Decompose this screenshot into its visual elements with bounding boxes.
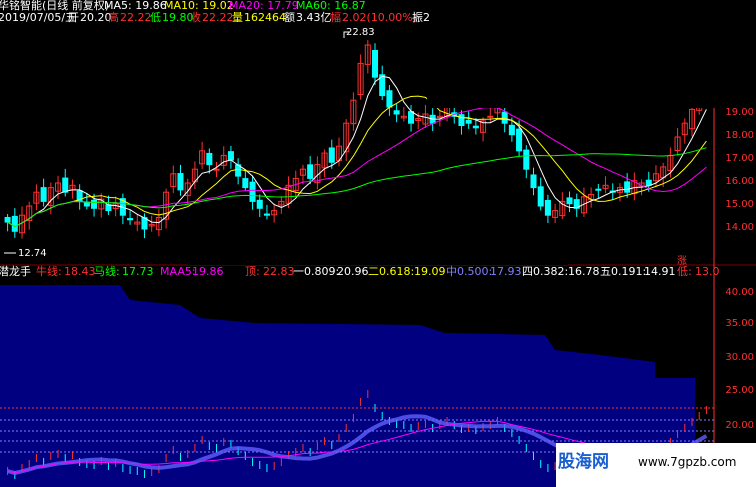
candle-body: [645, 179, 652, 186]
open-label: 开: [68, 11, 79, 24]
indicator-mid-label: 中0.500:: [446, 265, 493, 278]
date-label: 2019/07/05/五: [0, 11, 77, 24]
indicator-top-label: 顶:: [245, 265, 260, 278]
low-label: 低: [150, 11, 161, 24]
candle-body: [91, 199, 98, 209]
chart-canvas[interactable]: [0, 0, 756, 487]
indicator-fib1-value: 20.96: [337, 265, 369, 278]
sub-axis-tick-30: 30.00: [725, 352, 754, 363]
volume-value: 162464: [244, 11, 286, 24]
high-label: 高: [108, 11, 119, 24]
amplitude-label: 振2: [412, 11, 430, 24]
candle-body: [11, 215, 18, 232]
candle-body: [465, 119, 472, 124]
low-value: 19.80: [162, 11, 194, 24]
candle-body: [537, 186, 544, 207]
sub-axis-tick-25: 25.00: [725, 385, 754, 396]
main-axis-tick-14: 14.00: [725, 222, 754, 233]
indicator-name[interactable]: 潜龙手: [0, 266, 31, 278]
candle-body: [62, 177, 69, 193]
ma10-line: [7, 95, 707, 228]
ma20-line: [7, 107, 707, 228]
open-value: 20.20: [80, 11, 112, 24]
indicator-fib2-value: 19.09: [414, 265, 446, 278]
trough-price-label: 12.74: [18, 248, 47, 259]
indicator-bull-value: 18.43: [64, 265, 96, 278]
occlusion-bottom-mid: [188, 223, 568, 265]
candle-body: [624, 181, 631, 193]
candle-body: [242, 178, 249, 189]
amount-value: 3.43亿: [296, 11, 332, 24]
candle-body: [371, 49, 379, 78]
indicator-mid-value: 17.93: [490, 265, 522, 278]
indicator-fib2-label: 二0.618:: [368, 265, 415, 278]
close-value: 22.22: [202, 11, 234, 24]
candle-body: [40, 187, 47, 202]
indicator-maa5-value: 19.86: [192, 265, 224, 278]
candle-body: [408, 111, 415, 124]
candle-body: [530, 174, 537, 189]
indicator-top-value: 22.83: [263, 265, 295, 278]
watermark-logo: 股海网: [558, 452, 609, 472]
indicator-horse-value: 17.73: [122, 265, 154, 278]
candle-body: [472, 125, 479, 129]
candle-body: [508, 124, 515, 136]
main-axis-tick-15: 15.00: [725, 199, 754, 210]
candle-body: [256, 199, 263, 209]
indicator-low-label: 低:: [677, 265, 692, 278]
indicator-fib4-label: 四0.382:: [522, 265, 569, 278]
candle-body: [566, 197, 573, 205]
candle-body: [487, 115, 494, 118]
indicator-bull-label: 牛线:: [36, 265, 62, 278]
main-axis-tick-17: 17.00: [725, 153, 754, 164]
candle-body: [516, 128, 523, 152]
indicator-low-value: 13.0: [695, 265, 720, 278]
candle-body: [213, 168, 220, 171]
indicator-horse-label: 马线:: [94, 265, 120, 278]
watermark-box: 股海网 www.7gpzb.com: [556, 443, 756, 487]
indicator-fib5-value: 14.91: [644, 265, 676, 278]
watermark-url[interactable]: www.7gpzb.com: [638, 455, 736, 469]
candle-body: [83, 201, 90, 207]
candle-body: [263, 213, 270, 216]
stock-chart-window: 华铭智能(日线 前复权) MA5: 19.86 MA10: 19.02 MA20…: [0, 0, 756, 487]
candle-body: [206, 152, 213, 166]
sub-axis-tick-35: 35.00: [725, 318, 754, 329]
main-axis-tick-18: 18.00: [725, 130, 754, 141]
candle-body: [523, 149, 530, 170]
main-axis-tick-16: 16.00: [725, 176, 754, 187]
main-axis-tick-19: 19.00: [725, 107, 754, 118]
candle-body: [501, 111, 508, 124]
candle-body: [544, 199, 551, 216]
candle-body: [307, 164, 314, 179]
high-value: 22.22: [120, 11, 152, 24]
candle-body: [227, 151, 234, 161]
indicator-maa5-label: MAA5:: [160, 265, 196, 278]
candle-body: [393, 110, 400, 115]
sub-axis-tick-20: 20.00: [725, 420, 754, 431]
candle-body: [328, 147, 335, 163]
candle-body: [249, 181, 256, 202]
indicator-fib5-label: 五0.191:: [600, 265, 647, 278]
occlusion-top-right: [427, 0, 756, 108]
sub-axis-tick-40: 40.00: [725, 287, 754, 298]
indicator-fib4-value: 16.78: [568, 265, 600, 278]
close-label: 收: [190, 11, 201, 24]
candle-body: [177, 173, 184, 191]
indicator-fib1-label: 一0.809:: [293, 265, 340, 278]
limit-up-marker: 涨: [677, 256, 687, 267]
candle-body: [127, 218, 134, 221]
candle-body: [386, 90, 393, 108]
candle-body: [4, 217, 11, 223]
change-value: 2.02(10.00%): [342, 11, 418, 24]
peak-price-label: 22.83: [346, 27, 375, 38]
candle-body: [595, 188, 602, 191]
change-label: 幅: [330, 11, 341, 24]
amount-label: 额: [284, 11, 295, 24]
ma60-line: [7, 147, 707, 228]
candle-body: [458, 114, 465, 127]
volume-label: 量: [232, 11, 243, 24]
